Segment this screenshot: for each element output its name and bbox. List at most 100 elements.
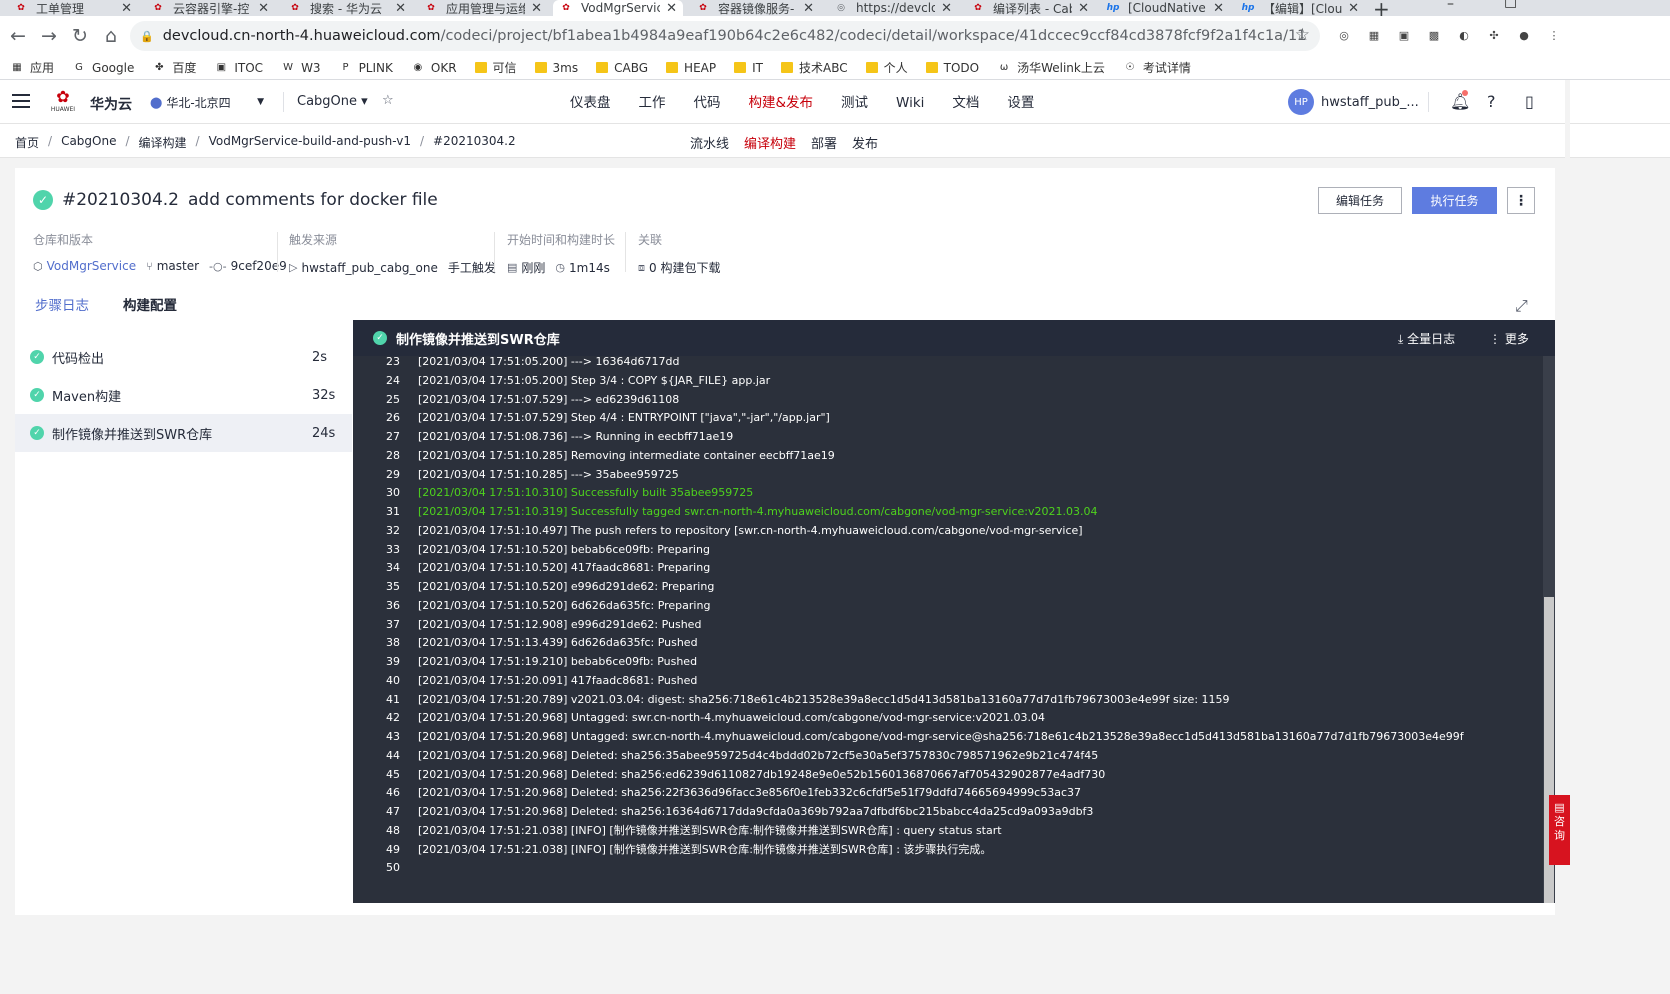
hamburger-menu-icon[interactable] bbox=[12, 94, 30, 108]
profile-icon[interactable]: ● bbox=[1512, 23, 1536, 47]
bookmark-item[interactable]: ω 汤华Welink上云 bbox=[997, 59, 1105, 76]
bookmark-item[interactable]: G Google bbox=[72, 61, 134, 75]
huawei-logo[interactable]: ✿ HUAWEI bbox=[50, 88, 76, 116]
browser-tab[interactable]: hp [CloudNative] ✕ bbox=[1100, 0, 1230, 16]
username[interactable]: hwstaff_pub_... bbox=[1321, 95, 1421, 110]
folder-icon bbox=[666, 62, 679, 73]
nav-item[interactable]: 构建&发布 bbox=[749, 80, 814, 124]
browser-tab[interactable]: ✿ 容器镜像服务- ✕ bbox=[690, 0, 820, 16]
consult-button[interactable]: ▤ 咨询 bbox=[1549, 795, 1570, 865]
close-icon[interactable]: ✕ bbox=[941, 1, 952, 16]
nav-item[interactable]: Wiki bbox=[896, 80, 924, 124]
extension-icon[interactable]: ◐ bbox=[1452, 23, 1476, 47]
browser-tab[interactable]: ✿ 搜索 - 华为云 ✕ bbox=[282, 0, 412, 16]
browser-tab[interactable]: hp 【编辑】[Clou ✕ bbox=[1235, 0, 1365, 16]
close-icon[interactable]: ✕ bbox=[258, 1, 269, 16]
build-tab[interactable]: 步骤日志 bbox=[35, 294, 89, 322]
bookmark-item[interactable]: 可信 bbox=[474, 59, 517, 76]
build-tab[interactable]: 构建配置 bbox=[123, 294, 177, 322]
breadcrumb-item[interactable]: VodMgrService-build-and-push-v1 bbox=[209, 134, 411, 151]
edit-task-button[interactable]: 编辑任务 bbox=[1318, 187, 1402, 214]
subnav-item[interactable]: 发布 bbox=[852, 133, 878, 152]
full-log-button[interactable]: ⤓ 全量日志 bbox=[1398, 330, 1455, 347]
nav-item[interactable]: 设置 bbox=[1007, 80, 1034, 124]
menu-kebab-icon[interactable]: ⋮ bbox=[1542, 23, 1566, 47]
step-item[interactable]: ✓ 代码检出 2s bbox=[15, 338, 352, 376]
home-icon[interactable]: ⌂ bbox=[97, 22, 125, 50]
nav-item[interactable]: 测试 bbox=[841, 80, 868, 124]
bookmark-item[interactable]: 3ms bbox=[534, 61, 578, 75]
close-icon[interactable]: ✕ bbox=[666, 1, 677, 16]
close-icon[interactable]: ✕ bbox=[395, 1, 406, 16]
close-icon[interactable]: ✕ bbox=[803, 1, 814, 16]
breadcrumb-item[interactable]: CabgOne bbox=[61, 134, 116, 151]
bookmark-item[interactable]: W W3 bbox=[281, 61, 320, 75]
browser-tab[interactable]: ✿ 应用管理与运维 ✕ bbox=[418, 0, 548, 16]
bookmark-star-icon[interactable]: ☆ bbox=[1295, 25, 1310, 45]
bookmark-item[interactable]: ✤ 百度 bbox=[152, 59, 196, 76]
bookmark-item[interactable]: ◉ OKR bbox=[411, 61, 457, 75]
close-icon[interactable]: ✕ bbox=[1078, 1, 1089, 16]
build-duration: 1m14s bbox=[569, 260, 610, 275]
bookmark-item[interactable]: ☉ 考试详情 bbox=[1123, 59, 1191, 76]
browser-tab[interactable]: ✿ 云容器引擎-控 ✕ bbox=[145, 0, 275, 16]
extension-icon[interactable]: ▩ bbox=[1422, 23, 1446, 47]
repo-link[interactable]: VodMgrService bbox=[47, 259, 137, 273]
bookmark-item[interactable]: CABG bbox=[596, 61, 648, 75]
bookmark-item[interactable]: 个人 bbox=[865, 59, 908, 76]
step-item[interactable]: ✓ Maven构建 32s bbox=[15, 376, 352, 414]
brand-name[interactable]: 华为云 bbox=[90, 94, 132, 114]
step-item[interactable]: ✓ 制作镜像并推送到SWR仓库 24s bbox=[15, 414, 352, 452]
close-icon[interactable]: ✕ bbox=[1213, 1, 1224, 16]
avatar[interactable]: HP bbox=[1288, 89, 1314, 115]
subnav-item[interactable]: 编译构建 bbox=[744, 133, 796, 152]
browser-tab[interactable]: ✿ VodMgrServic ✕ bbox=[553, 0, 683, 16]
close-icon[interactable]: ✕ bbox=[531, 1, 542, 16]
puzzle-icon[interactable]: ✣ bbox=[1482, 23, 1506, 47]
bookmark-item[interactable]: ▦ 应用 bbox=[10, 59, 54, 76]
artifacts-download[interactable]: 0 构建包下载 bbox=[649, 259, 720, 276]
browser-tab[interactable]: ✿ 编译列表 - Cab ✕ bbox=[965, 0, 1095, 16]
bookmark-item[interactable]: HEAP bbox=[666, 61, 716, 75]
bookmark-item[interactable]: 技术ABC bbox=[780, 59, 848, 76]
close-icon[interactable]: ✕ bbox=[121, 1, 132, 16]
favorite-star-icon[interactable]: ☆ bbox=[382, 93, 394, 108]
help-icon[interactable]: ? bbox=[1487, 92, 1496, 111]
bookmark-item[interactable]: TODO bbox=[925, 61, 979, 75]
breadcrumb-item[interactable]: 首页 bbox=[15, 134, 39, 151]
forward-icon[interactable]: → bbox=[35, 22, 63, 50]
bookmark-item[interactable]: ▣ ITOC bbox=[214, 61, 263, 75]
nav-item[interactable]: 文档 bbox=[952, 80, 979, 124]
fullscreen-icon[interactable]: ⤢ bbox=[1515, 296, 1528, 316]
breadcrumb: 首页 / CabgOne / 编译构建 / VodMgrService-build-and-… bbox=[15, 134, 516, 151]
close-icon[interactable]: ✕ bbox=[1348, 1, 1359, 16]
maximize-icon[interactable]: □ bbox=[1504, 0, 1517, 10]
user-menu[interactable]: HP hwstaff_pub_... bbox=[1288, 89, 1421, 115]
mobile-icon[interactable]: ▯ bbox=[1525, 92, 1534, 111]
subnav-item[interactable]: 部署 bbox=[811, 133, 837, 152]
log-line-text: [2021/03/04 17:51:10.310] Successfully b… bbox=[418, 486, 754, 500]
extension-icon[interactable]: ▦ bbox=[1362, 23, 1386, 47]
log-line: 27 [2021/03/04 17:51:08.736] ---> Running… bbox=[353, 427, 1541, 446]
more-button[interactable]: ⋮ 更多 bbox=[1489, 330, 1529, 347]
project-selector[interactable]: CabgOne ▾ bbox=[297, 94, 368, 109]
address-bar[interactable]: 🔒 devcloud.cn-north-4.huaweicloud.com/co… bbox=[130, 21, 1320, 51]
browser-tab[interactable]: ◎ https://devclo ✕ bbox=[828, 0, 958, 16]
nav-item[interactable]: 仪表盘 bbox=[570, 80, 611, 124]
extension-icon[interactable]: ◎ bbox=[1332, 23, 1356, 47]
subnav-item[interactable]: 流水线 bbox=[690, 133, 729, 152]
more-actions-button[interactable]: ⋮ bbox=[1507, 187, 1535, 214]
bookmark-item[interactable]: P PLINK bbox=[339, 61, 393, 75]
nav-item[interactable]: 工作 bbox=[639, 80, 666, 124]
reload-icon[interactable]: ↻ bbox=[66, 22, 94, 50]
minimize-icon[interactable]: – bbox=[1447, 0, 1454, 12]
region-selector[interactable]: ⬤ 华北-北京四 ▼ bbox=[150, 92, 270, 112]
log-body[interactable]: 23 [2021/03/04 17:51:05.200] ---> 16364d6… bbox=[353, 356, 1541, 903]
bookmark-item[interactable]: IT bbox=[734, 61, 763, 75]
extension-icon[interactable]: ▣ bbox=[1392, 23, 1416, 47]
breadcrumb-item[interactable]: 编译构建 bbox=[139, 134, 187, 151]
back-icon[interactable]: ← bbox=[4, 22, 32, 50]
run-task-button[interactable]: 执行任务 bbox=[1412, 187, 1497, 214]
browser-tab[interactable]: ✿ 工单管理 ✕ bbox=[8, 0, 138, 16]
nav-item[interactable]: 代码 bbox=[694, 80, 721, 124]
